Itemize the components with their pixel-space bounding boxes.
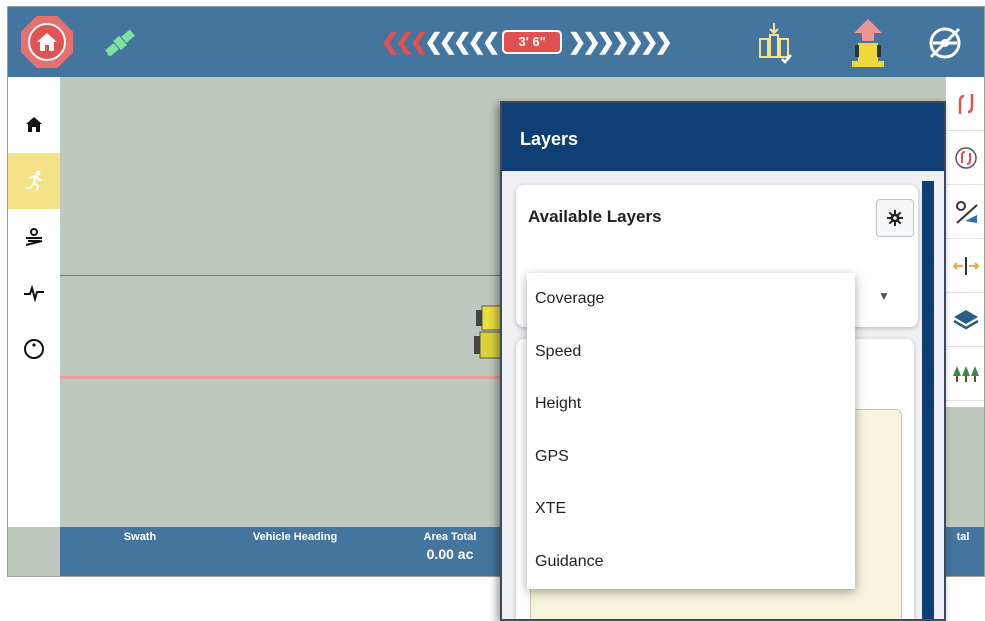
layers-icon [953,309,979,329]
guidance-offset-indicator: ❮❮❮ ❮❮❮❮❮ 3' 6" ❯❯❯❯❯❯❯ [381,29,673,55]
guidance-lines-icon [958,93,974,114]
layers-scrollbar[interactable] [922,181,934,619]
field-icon[interactable] [754,21,794,65]
layer-option-height[interactable]: Height [527,378,855,431]
vehicle-up-icon[interactable] [848,17,888,69]
layer-option-guidance[interactable]: Guidance [527,536,855,589]
area-total-cell: Area Total 0.00 ac [410,531,490,562]
trees-icon [953,365,979,382]
swath-cell: Swath [100,531,180,543]
turn-icon [955,146,977,169]
left-chevrons-white-icon: ❮❮❮❮❮ [424,29,500,54]
top-bar: ❮❮❮ ❮❮❮❮❮ 3' 6" ❯❯❯❯❯❯❯ [8,7,984,77]
vehicle-heading-label: Vehicle Heading [252,531,338,543]
total-label: tal [956,531,970,543]
steering-off-icon[interactable] [925,23,965,63]
sidebar-item-ut[interactable] [8,321,60,377]
left-sidebar [8,77,60,527]
sidebar-item-implement[interactable] [8,209,60,265]
layer-option-speed[interactable]: Speed [527,326,855,379]
right-sidebar [946,77,984,407]
trees-button[interactable] [946,347,984,401]
layer-option-coverage[interactable]: Coverage [527,273,855,326]
layer-dropdown-list: Coverage Speed Height GPS XTE Guidance [527,273,855,589]
total-cell: tal [948,531,978,543]
area-total-value: 0.00 ac [426,546,474,562]
layer-option-xte[interactable]: XTE [527,483,855,536]
diagnostics-icon [24,284,44,302]
layer-option-gps[interactable]: GPS [527,431,855,484]
sidebar-item-home[interactable] [8,97,60,153]
offset-readout: 3' 6" [502,30,562,54]
swath-label: Swath [123,531,157,543]
layers-panel-title: Layers [502,103,944,171]
run-icon [26,170,42,192]
layer-settings-button[interactable] [876,199,914,237]
home-icon [28,23,66,61]
available-layers-title: Available Layers [528,207,662,226]
area-total-label: Area Total [423,531,477,543]
layers-button[interactable] [946,293,984,347]
gear-icon [887,210,903,226]
guidance-lines-button[interactable] [946,77,984,131]
boundary-icon [956,200,978,224]
sidebar-item-run[interactable] [8,153,60,209]
chevron-down-icon[interactable]: ▼ [878,289,890,303]
turn-button[interactable] [946,131,984,185]
sidebar-item-diagnostics[interactable] [8,265,60,321]
ut-icon [24,339,44,359]
home-button[interactable] [21,16,73,68]
offset-icon [953,256,979,275]
vehicle-heading-cell: Vehicle Heading [230,531,360,543]
satellite-icon[interactable] [102,25,138,61]
boundary-button[interactable] [946,185,984,239]
offset-button[interactable] [946,239,984,293]
implement-icon [25,228,43,246]
home-icon [26,117,42,132]
left-chevrons-icon: ❮❮❮ [381,29,428,54]
right-chevrons-icon: ❯❯❯❯❯❯❯ [567,29,673,54]
